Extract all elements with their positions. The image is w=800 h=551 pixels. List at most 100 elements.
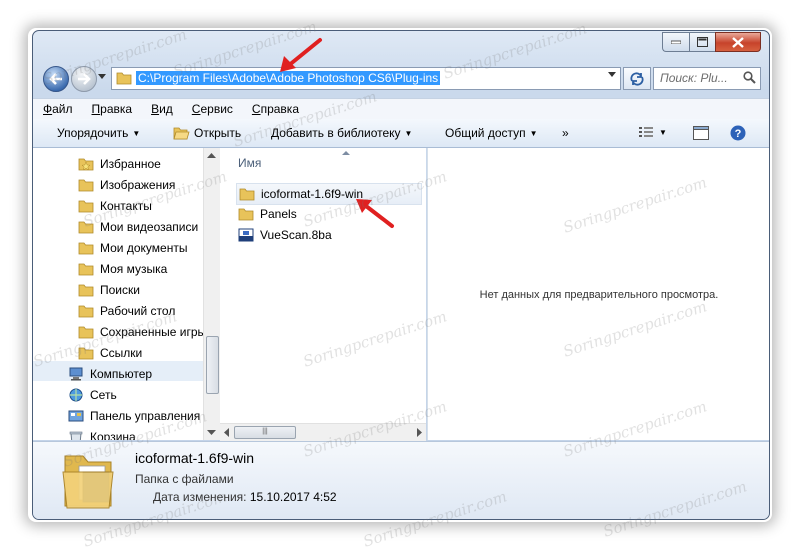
help-button[interactable]: ?: [730, 125, 746, 141]
sort-ascending-icon: [342, 151, 350, 155]
maximize-icon: [697, 37, 708, 47]
explorer-window: C:\Program Files\Adobe\Adobe Photoshop C…: [32, 30, 770, 520]
details-item-name: icoformat-1.6f9-win: [135, 450, 255, 466]
details-pane: icoformat-1.6f9-win Папка с файлами Дата…: [33, 441, 769, 519]
file-scroll-thumb[interactable]: |||: [234, 426, 296, 439]
share-label: Общий доступ: [445, 126, 526, 140]
menu-view[interactable]: Вид: [141, 102, 182, 116]
add-to-library-button[interactable]: Добавить в библиотеку ▼: [271, 126, 412, 140]
file-name: icoformat-1.6f9-win: [261, 187, 364, 201]
computer-icon: [69, 367, 83, 380]
command-bar: Упорядочить ▼ Открыть Добавить в библиот…: [33, 119, 769, 148]
close-button[interactable]: [715, 32, 761, 52]
favorites-folder-icon: [78, 158, 94, 170]
folder-icon: [116, 72, 132, 85]
sidebar-item[interactable]: Поиски: [78, 280, 140, 300]
sidebar-item-label: Мои видеозаписи: [100, 220, 199, 234]
folder-icon: [78, 263, 94, 275]
sidebar-item-label: Корзина: [90, 430, 136, 440]
close-icon: [732, 36, 744, 48]
scroll-right-icon[interactable]: [417, 428, 422, 437]
sidebar-item[interactable]: Компьютер: [68, 364, 152, 384]
recent-pages-dropdown-icon[interactable]: [98, 74, 106, 79]
more-label: »: [562, 126, 569, 140]
view-list-icon: [639, 127, 653, 137]
plugin-file-icon: [238, 228, 254, 242]
file-item-panels[interactable]: Panels: [238, 204, 297, 224]
search-input[interactable]: Поиск: Plu...: [660, 71, 728, 85]
file-item-vuescan[interactable]: VueScan.8ba: [238, 225, 332, 245]
chevron-down-icon: ▼: [404, 128, 413, 138]
view-options-button[interactable]: ▼: [639, 126, 667, 138]
folder-icon: [78, 242, 94, 254]
file-horizontal-scrollbar[interactable]: |||: [220, 423, 426, 441]
open-button[interactable]: Открыть: [173, 126, 241, 140]
back-button[interactable]: [43, 66, 69, 92]
address-dropdown-icon[interactable]: [608, 72, 616, 77]
forward-button[interactable]: [71, 66, 97, 92]
sidebar-item[interactable]: Корзина: [68, 427, 136, 440]
recycle-bin-icon: [69, 431, 83, 440]
sidebar-item[interactable]: Контакты: [78, 196, 152, 216]
sidebar-item[interactable]: Мои документы: [78, 238, 187, 258]
preview-empty-text: Нет данных для предварительного просмотр…: [479, 289, 719, 301]
organize-button[interactable]: Упорядочить ▼: [57, 126, 140, 140]
sidebar-item-label: Моя музыка: [100, 262, 168, 276]
navigation-pane: Избранное Изображения Контакты Мои видеозап…: [33, 148, 220, 440]
nav-vertical-scrollbar[interactable]: [203, 148, 220, 440]
sidebar-item[interactable]: Рабочий стол: [78, 301, 175, 321]
sidebar-item[interactable]: Избранное: [78, 154, 161, 174]
sidebar-item-label: Контакты: [100, 199, 152, 213]
more-commands-button[interactable]: »: [562, 126, 569, 140]
refresh-button[interactable]: [623, 67, 651, 90]
caption-buttons: [662, 32, 761, 52]
details-date-value: 15.10.2017 4:52: [249, 490, 337, 504]
sidebar-item-label: Ссылки: [100, 346, 143, 360]
menu-bar: Файл Правка Вид Сервис Справка: [33, 98, 769, 119]
nav-scroll-thumb[interactable]: [206, 336, 219, 394]
file-name: Panels: [260, 207, 297, 221]
folder-icon: [78, 179, 94, 191]
column-header-name[interactable]: Имя: [238, 156, 261, 170]
sidebar-item[interactable]: Сохраненные игры: [78, 322, 206, 342]
sidebar-item[interactable]: Сеть: [68, 385, 117, 405]
address-bar[interactable]: C:\Program Files\Adobe\Adobe Photoshop C…: [111, 67, 621, 90]
sidebar-item-label: Рабочий стол: [100, 304, 176, 318]
scroll-left-icon[interactable]: [224, 428, 229, 437]
details-date-row: Дата изменения: 15.10.2017 4:52: [153, 490, 337, 504]
menu-file[interactable]: Файл: [33, 102, 82, 116]
folder-icon: [78, 221, 94, 233]
svg-text:?: ?: [735, 128, 742, 140]
annotation-arrow-address: [280, 38, 322, 72]
maximize-button[interactable]: [689, 32, 715, 52]
sidebar-item[interactable]: Моя музыка: [78, 259, 167, 279]
preview-pane: Нет данных для предварительного просмотр…: [427, 148, 769, 440]
scroll-up-icon[interactable]: [207, 153, 216, 158]
menu-edit[interactable]: Правка: [82, 102, 142, 116]
large-folder-icon: [62, 455, 114, 509]
details-item-type: Папка с файлами: [135, 472, 234, 486]
sidebar-item[interactable]: Ссылки: [78, 343, 142, 363]
folder-icon: [78, 326, 94, 338]
sidebar-item[interactable]: Панель управления: [68, 406, 200, 426]
forward-arrow-icon: [78, 73, 91, 85]
search-box[interactable]: Поиск: Plu...: [653, 67, 761, 90]
sidebar-item-label: Панель управления: [90, 409, 201, 423]
sidebar-item[interactable]: Изображения: [78, 175, 175, 195]
folder-icon: [78, 200, 94, 212]
sidebar-item-label: Сеть: [90, 388, 117, 402]
minimize-button[interactable]: [662, 32, 689, 52]
search-icon[interactable]: [743, 71, 756, 84]
menu-help[interactable]: Справка: [242, 102, 308, 116]
file-name: VueScan.8ba: [260, 228, 332, 242]
menu-tools[interactable]: Сервис: [182, 102, 242, 116]
scroll-down-icon[interactable]: [207, 430, 216, 435]
minimize-icon: [671, 40, 681, 44]
add-library-label: Добавить в библиотеку: [271, 126, 401, 140]
sidebar-item[interactable]: Мои видеозаписи: [78, 217, 198, 237]
chevron-down-icon: ▼: [659, 127, 667, 137]
open-label: Открыть: [194, 126, 242, 140]
share-button[interactable]: Общий доступ ▼: [445, 126, 538, 140]
preview-pane-button[interactable]: [693, 126, 709, 140]
chevron-down-icon: ▼: [529, 128, 538, 138]
